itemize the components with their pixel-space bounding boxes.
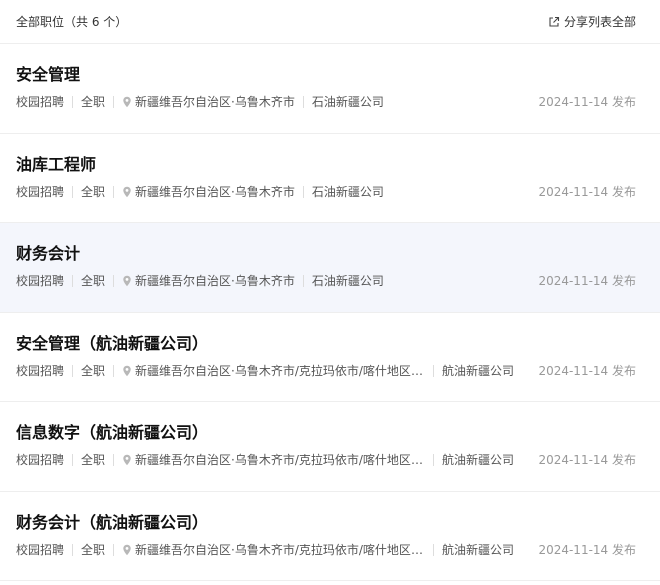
divider bbox=[72, 275, 74, 287]
job-item[interactable]: 财务会计 校园招聘 全职 新疆维吾尔自治区·乌鲁木齐市 石油新疆公司 2024-… bbox=[0, 223, 660, 313]
divider bbox=[113, 543, 115, 556]
recruit-type: 校园招聘 bbox=[16, 542, 65, 557]
job-location-text: 新疆维吾尔自治区·乌鲁木齐市 bbox=[135, 274, 295, 288]
divider bbox=[302, 275, 304, 287]
divider bbox=[113, 96, 115, 108]
divider bbox=[113, 454, 115, 466]
divider bbox=[72, 364, 74, 377]
job-meta: 校园招聘 全职 新疆维吾尔自治区·乌鲁木齐市 石油新疆公司 2024-11-14… bbox=[16, 273, 636, 289]
divider bbox=[72, 185, 74, 198]
divider bbox=[113, 185, 115, 198]
recruit-type: 校园招聘 bbox=[16, 95, 65, 109]
company-name: 航油新疆公司 bbox=[442, 453, 515, 467]
publish-date: 2024-11-14 发布 bbox=[538, 363, 636, 378]
job-location: 新疆维吾尔自治区·乌鲁木齐市/克拉玛依市/喀什地区,新... bbox=[122, 452, 425, 468]
job-location: 新疆维吾尔自治区·乌鲁木齐市 bbox=[122, 184, 295, 200]
publish-date: 2024-11-14 发布 bbox=[538, 274, 636, 288]
job-item[interactable]: 信息数字（航油新疆公司） 校园招聘 全职 新疆维吾尔自治区·乌鲁木齐市/克拉玛依… bbox=[0, 402, 660, 492]
job-location: 新疆维吾尔自治区·乌鲁木齐市 bbox=[122, 94, 295, 110]
divider bbox=[433, 454, 435, 466]
location-pin-icon bbox=[123, 275, 131, 287]
publish-date: 2024-11-14 发布 bbox=[538, 542, 636, 557]
divider bbox=[302, 185, 304, 198]
divider bbox=[302, 96, 304, 108]
company-name: 航油新疆公司 bbox=[442, 542, 515, 557]
company-name: 石油新疆公司 bbox=[311, 184, 384, 199]
location-pin-icon bbox=[123, 454, 131, 466]
list-count-title: 全部职位（共 6 个） bbox=[16, 15, 128, 29]
job-location-text: 新疆维吾尔自治区·乌鲁木齐市/克拉玛依市/喀什地区,新... bbox=[135, 542, 426, 557]
job-location-text: 新疆维吾尔自治区·乌鲁木齐市 bbox=[135, 95, 295, 109]
publish-date: 2024-11-14 发布 bbox=[538, 184, 636, 199]
job-title[interactable]: 安全管理（航油新疆公司） bbox=[16, 333, 636, 355]
job-type: 全职 bbox=[81, 274, 106, 288]
job-location-text: 新疆维吾尔自治区·乌鲁木齐市 bbox=[135, 184, 295, 199]
recruit-type: 校园招聘 bbox=[16, 274, 65, 288]
divider bbox=[113, 364, 115, 377]
job-location: 新疆维吾尔自治区·乌鲁木齐市/克拉玛依市/喀什地区,新... bbox=[122, 363, 425, 379]
job-list: 安全管理 校园招聘 全职 新疆维吾尔自治区·乌鲁木齐市 石油新疆公司 2024-… bbox=[0, 44, 660, 581]
job-item[interactable]: 安全管理（航油新疆公司） 校园招聘 全职 新疆维吾尔自治区·乌鲁木齐市/克拉玛依… bbox=[0, 313, 660, 402]
job-meta: 校园招聘 全职 新疆维吾尔自治区·乌鲁木齐市 石油新疆公司 2024-11-14… bbox=[16, 94, 636, 110]
publish-date: 2024-11-14 发布 bbox=[538, 453, 636, 467]
recruit-type: 校园招聘 bbox=[16, 184, 65, 199]
company-name: 石油新疆公司 bbox=[311, 274, 384, 288]
company-name: 航油新疆公司 bbox=[442, 363, 515, 378]
divider bbox=[72, 96, 74, 108]
job-title[interactable]: 财务会计 bbox=[16, 243, 636, 265]
job-title[interactable]: 信息数字（航油新疆公司） bbox=[16, 422, 636, 444]
company-name: 石油新疆公司 bbox=[311, 95, 384, 109]
location-pin-icon bbox=[123, 544, 131, 555]
job-item[interactable]: 安全管理 校园招聘 全职 新疆维吾尔自治区·乌鲁木齐市 石油新疆公司 2024-… bbox=[0, 44, 660, 134]
publish-date: 2024-11-14 发布 bbox=[538, 95, 636, 109]
share-list-button[interactable]: 分享列表全部 bbox=[548, 13, 636, 30]
location-pin-icon bbox=[123, 186, 131, 197]
share-list-label: 分享列表全部 bbox=[563, 15, 636, 29]
job-type: 全职 bbox=[81, 184, 106, 199]
job-location: 新疆维吾尔自治区·乌鲁木齐市 bbox=[122, 273, 295, 289]
job-meta: 校园招聘 全职 新疆维吾尔自治区·乌鲁木齐市 石油新疆公司 2024-11-14… bbox=[16, 184, 636, 200]
divider bbox=[72, 543, 74, 556]
divider bbox=[433, 543, 435, 556]
job-type: 全职 bbox=[81, 542, 106, 557]
job-meta: 校园招聘 全职 新疆维吾尔自治区·乌鲁木齐市/克拉玛依市/喀什地区,新... 航… bbox=[16, 363, 636, 379]
divider bbox=[113, 275, 115, 287]
location-pin-icon bbox=[123, 96, 131, 108]
recruit-type: 校园招聘 bbox=[16, 363, 65, 378]
job-title[interactable]: 财务会计（航油新疆公司） bbox=[16, 512, 636, 534]
recruit-type: 校园招聘 bbox=[16, 453, 65, 467]
share-icon bbox=[549, 16, 560, 27]
job-meta: 校园招聘 全职 新疆维吾尔自治区·乌鲁木齐市/克拉玛依市/喀什地区,新... 航… bbox=[16, 542, 636, 558]
job-type: 全职 bbox=[81, 453, 106, 467]
job-location-text: 新疆维吾尔自治区·乌鲁木齐市/克拉玛依市/喀什地区,新... bbox=[135, 453, 426, 467]
list-header: 全部职位（共 6 个） 分享列表全部 bbox=[0, 0, 660, 44]
location-pin-icon bbox=[123, 365, 131, 376]
job-list-page: 全部职位（共 6 个） 分享列表全部 安全管理 校园招聘 全职 新疆维吾尔自治区 bbox=[0, 0, 660, 585]
job-title[interactable]: 油库工程师 bbox=[16, 154, 636, 176]
job-item[interactable]: 财务会计（航油新疆公司） 校园招聘 全职 新疆维吾尔自治区·乌鲁木齐市/克拉玛依… bbox=[0, 492, 660, 581]
divider bbox=[72, 454, 74, 466]
job-location: 新疆维吾尔自治区·乌鲁木齐市/克拉玛依市/喀什地区,新... bbox=[122, 542, 425, 558]
job-title[interactable]: 安全管理 bbox=[16, 64, 636, 86]
job-item[interactable]: 油库工程师 校园招聘 全职 新疆维吾尔自治区·乌鲁木齐市 石油新疆公司 2024… bbox=[0, 134, 660, 223]
job-location-text: 新疆维吾尔自治区·乌鲁木齐市/克拉玛依市/喀什地区,新... bbox=[135, 363, 426, 378]
job-meta: 校园招聘 全职 新疆维吾尔自治区·乌鲁木齐市/克拉玛依市/喀什地区,新... 航… bbox=[16, 452, 636, 468]
job-type: 全职 bbox=[81, 95, 106, 109]
divider bbox=[433, 364, 435, 377]
job-type: 全职 bbox=[81, 363, 106, 378]
